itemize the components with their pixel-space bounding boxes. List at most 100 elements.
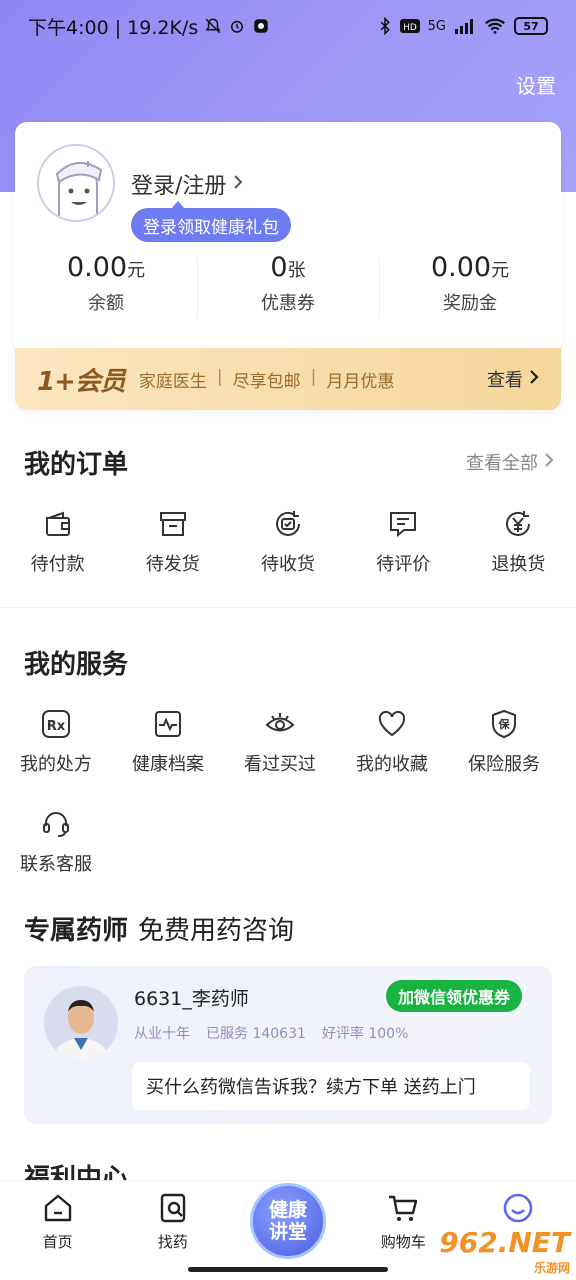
pharmacist-section-title: 专属药师 免费用药咨询 bbox=[24, 910, 294, 947]
rx-icon: Rx bbox=[42, 710, 70, 738]
services-title: 我的服务 bbox=[24, 650, 129, 680]
watermark-text: 962.NET bbox=[439, 1226, 570, 1259]
service-history[interactable]: 看过买过 bbox=[224, 708, 336, 776]
mute-icon bbox=[204, 17, 222, 35]
coupon-stat[interactable]: 0张 优惠券 bbox=[197, 252, 379, 324]
tab-health-lecture[interactable]: 健康 讲堂 bbox=[230, 1181, 345, 1280]
chevron-right-icon bbox=[529, 369, 539, 390]
cart-icon bbox=[389, 1195, 418, 1221]
headset-icon bbox=[43, 812, 69, 837]
vip-perk: 家庭医生 bbox=[138, 371, 207, 392]
services-row-1: Rx 我的处方 健康档案 看过买过 我的收藏 保 保险服务 bbox=[0, 708, 576, 776]
order-status-label: 待付款 bbox=[30, 554, 85, 575]
service-favorites[interactable]: 我的收藏 bbox=[336, 708, 448, 776]
status-time-speed: 下午4:00 | 19.2K/s bbox=[28, 16, 199, 39]
site-watermark: 962.NET 乐游网 bbox=[439, 1226, 570, 1276]
home-icon bbox=[44, 1194, 71, 1222]
service-label: 保险服务 bbox=[468, 754, 540, 775]
receive-icon bbox=[276, 511, 300, 536]
wifi-icon bbox=[484, 17, 506, 35]
pharmacist-card[interactable]: 6631_李药师 加微信领优惠券 从业十年 已服务 140631 好评率 100… bbox=[24, 966, 552, 1124]
tab-find-drug[interactable]: 找药 bbox=[115, 1181, 230, 1280]
health-lecture-line1: 健康 bbox=[268, 1199, 307, 1221]
reward-stat[interactable]: 0.00元 奖励金 bbox=[379, 252, 561, 324]
view-all-label: 查看全部 bbox=[466, 453, 538, 474]
vip-banner[interactable]: 1+会员 家庭医生 | 尽享包邮 | 月月优惠 查看 bbox=[15, 348, 561, 410]
service-prescription[interactable]: Rx 我的处方 bbox=[0, 708, 112, 776]
pharmacist-served-count: 已服务 140631 bbox=[206, 1026, 306, 1042]
signal-icon bbox=[454, 18, 476, 34]
balance-unit: 元 bbox=[127, 260, 146, 281]
comment-icon bbox=[390, 512, 417, 538]
avatar[interactable] bbox=[37, 144, 115, 222]
view-all-orders-link[interactable]: 查看全部 bbox=[466, 449, 554, 475]
pharmacist-rating: 好评率 100% bbox=[321, 1026, 409, 1042]
status-bar: 下午4:00 | 19.2K/s HD 5G 57 bbox=[0, 0, 576, 52]
svg-text:保: 保 bbox=[498, 717, 511, 731]
box-icon bbox=[159, 512, 186, 536]
service-label: 看过买过 bbox=[244, 754, 316, 775]
eye-icon bbox=[265, 713, 295, 732]
vip-view-label: 查看 bbox=[487, 370, 523, 391]
reward-label: 奖励金 bbox=[443, 293, 497, 314]
heart-icon bbox=[378, 710, 406, 737]
order-refund[interactable]: 退换货 bbox=[461, 508, 576, 576]
bluetooth-icon bbox=[378, 17, 392, 35]
service-label: 我的处方 bbox=[20, 754, 92, 775]
vip-separator: | bbox=[310, 366, 317, 387]
order-pending-review[interactable]: 待评价 bbox=[346, 508, 461, 576]
login-gift-tip[interactable]: 登录领取健康礼包 bbox=[131, 201, 291, 242]
pharmacist-subtitle: 免费用药咨询 bbox=[138, 916, 295, 946]
account-stats: 0.00元 余额 0张 优惠券 0.00元 奖励金 bbox=[15, 252, 561, 324]
wallet-icon bbox=[45, 511, 70, 536]
battery-indicator: 57 bbox=[514, 17, 548, 35]
smile-icon bbox=[504, 1193, 533, 1223]
service-customer-support[interactable]: 联系客服 bbox=[0, 808, 112, 876]
balance-label: 余额 bbox=[88, 293, 124, 314]
vip-perks: 家庭医生 | 尽享包邮 | 月月优惠 bbox=[139, 367, 487, 392]
watermark-sub: 乐游网 bbox=[533, 1261, 570, 1275]
add-wechat-coupon-button[interactable]: 加微信领优惠券 bbox=[385, 980, 522, 1012]
balance-stat[interactable]: 0.00元 余额 bbox=[15, 252, 197, 324]
order-status-label: 退换货 bbox=[491, 554, 546, 575]
order-pending-receipt[interactable]: 待收货 bbox=[230, 508, 345, 576]
coupon-unit: 张 bbox=[287, 260, 306, 281]
reward-unit: 元 bbox=[491, 260, 510, 281]
vip-perk: 月月优惠 bbox=[326, 371, 395, 392]
tab-label: 找药 bbox=[157, 1233, 188, 1251]
section-divider bbox=[0, 607, 576, 608]
svg-text:Rx: Rx bbox=[47, 719, 66, 734]
pharmacist-title: 专属药师 bbox=[24, 916, 129, 946]
tab-home[interactable]: 首页 bbox=[0, 1181, 115, 1280]
order-status-row: 待付款 待发货 待收货 待评价 退换货 bbox=[0, 508, 576, 576]
tab-label: 首页 bbox=[42, 1233, 73, 1251]
chevron-right-icon bbox=[544, 452, 554, 473]
login-register-link[interactable]: 登录/注册 bbox=[131, 168, 244, 200]
pharmacist-experience: 从业十年 bbox=[134, 1026, 190, 1042]
order-pending-payment[interactable]: 待付款 bbox=[0, 508, 115, 576]
order-status-label: 待评价 bbox=[376, 554, 431, 575]
network-type: 5G bbox=[427, 18, 446, 34]
balance-value: 0.00 bbox=[66, 252, 128, 283]
coupon-value: 0 bbox=[270, 252, 288, 283]
user-card: 登录/注册 登录领取健康礼包 0.00元 余额 0张 优惠券 0.00元 奖励金… bbox=[15, 122, 561, 410]
health-lecture-badge: 健康 讲堂 bbox=[250, 1183, 326, 1259]
login-label: 登录/注册 bbox=[131, 174, 227, 199]
pharmacist-avatar bbox=[44, 986, 118, 1060]
pharmacist-message[interactable]: 买什么药微信告诉我？续方下单 送药上门 bbox=[132, 1062, 530, 1110]
reward-value: 0.00 bbox=[430, 252, 492, 283]
hd-icon: HD bbox=[399, 18, 420, 34]
vip-logo: 1+会员 bbox=[37, 366, 126, 397]
service-health-record[interactable]: 健康档案 bbox=[112, 708, 224, 776]
service-insurance[interactable]: 保 保险服务 bbox=[448, 708, 560, 776]
service-label: 健康档案 bbox=[132, 754, 204, 775]
app-notification-icon bbox=[252, 17, 270, 35]
coupon-label: 优惠券 bbox=[261, 293, 315, 314]
chevron-right-icon bbox=[232, 172, 244, 197]
settings-button[interactable]: 设置 bbox=[516, 70, 556, 99]
pharmacist-name: 6631_李药师 bbox=[134, 988, 249, 1010]
pulse-icon bbox=[155, 711, 181, 737]
pharmacist-meta: 从业十年 已服务 140631 好评率 100% bbox=[134, 1023, 408, 1043]
order-pending-shipment[interactable]: 待发货 bbox=[115, 508, 230, 576]
vip-view-button[interactable]: 查看 bbox=[487, 366, 539, 392]
